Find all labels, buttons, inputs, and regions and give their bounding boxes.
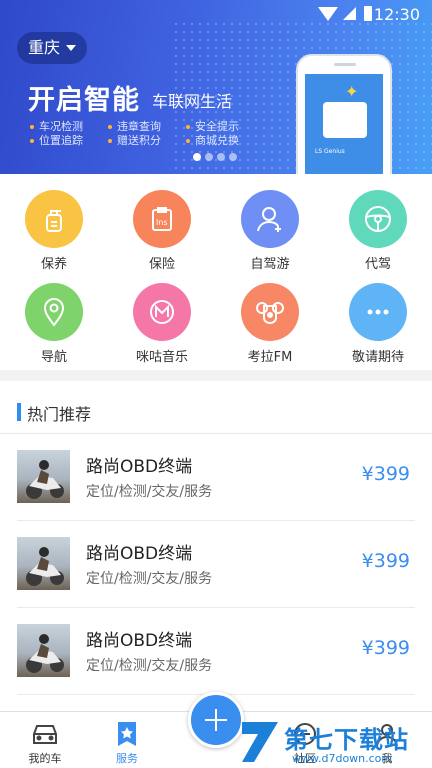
- tab-my-car[interactable]: 我的车: [0, 712, 90, 768]
- location-pin-icon: [43, 298, 65, 327]
- service-circle: [241, 190, 299, 248]
- watermark: 第七下载站 www.d7down.com: [240, 718, 430, 768]
- car-icon: [33, 725, 57, 744]
- banner-headline: 开启智能: [28, 85, 140, 116]
- promo-banner[interactable]: 12:30 重庆 开启智能 车联网生活 车况检测 违章查询 安全提示 位置追踪 …: [0, 0, 432, 174]
- tab-service[interactable]: 服务: [82, 712, 172, 768]
- tab-label: 我的车: [28, 752, 62, 765]
- product-desc: 定位/检测/交友/服务: [86, 484, 213, 500]
- service-circle: [349, 283, 407, 341]
- service-circle: Ins: [133, 190, 191, 248]
- service-item-maintenance[interactable]: 保养: [0, 176, 108, 272]
- motorcycle-rider-icon: [26, 634, 64, 673]
- product-item[interactable]: 路尚OBD终端 定位/检测/交友/服务 ¥399: [0, 608, 432, 695]
- product-name: 路尚OBD终端: [86, 457, 193, 477]
- pager-dot[interactable]: [229, 153, 237, 161]
- status-time: 12:30: [373, 5, 420, 24]
- product-image: [17, 450, 70, 503]
- status-bar: 12:30: [0, 0, 432, 28]
- banner-feature: 商城兑换: [186, 132, 239, 148]
- insurance-clipboard-icon: Ins: [152, 207, 172, 231]
- music-icon: [150, 300, 174, 324]
- product-desc: 定位/检测/交友/服务: [86, 571, 213, 587]
- pager-dot[interactable]: [217, 153, 225, 161]
- product-price: ¥399: [361, 637, 410, 659]
- device-label: LS Genius: [315, 148, 345, 155]
- phone-screen: LS Genius: [305, 74, 383, 174]
- sparkle-icon: ✦: [345, 82, 359, 101]
- svg-text:Ins: Ins: [156, 218, 168, 227]
- phone-speaker: [334, 63, 356, 66]
- watermark-title: 第七下载站: [284, 726, 409, 754]
- product-item[interactable]: 路尚OBD终端 定位/检测/交友/服务 ¥399: [0, 434, 432, 521]
- battery-icon: [364, 6, 372, 21]
- banner-feature: 位置追踪: [30, 132, 83, 148]
- pager-dot[interactable]: [193, 153, 201, 161]
- section-title: 热门推荐: [27, 405, 92, 424]
- section-accent-bar: [17, 403, 21, 421]
- service-circle: [25, 190, 83, 248]
- product-price: ¥399: [361, 463, 410, 485]
- motorcycle-rider-icon: [26, 547, 64, 586]
- city-selector[interactable]: 重庆: [17, 32, 87, 64]
- service-label: 咪咕音乐: [135, 350, 188, 365]
- hot-section: 热门推荐 路尚OBD终端 定位/检测/交友/服务 ¥399 路尚OBD终端 定位…: [0, 381, 432, 711]
- watermark-logo-icon: [242, 722, 278, 762]
- watermark-url: www.d7down.com: [292, 752, 393, 765]
- product-image: [17, 624, 70, 677]
- tab-label: 服务: [116, 752, 138, 765]
- caret-down-icon: [66, 45, 76, 51]
- service-bookmark-icon: [118, 722, 136, 746]
- oil-bottle-icon: [46, 210, 62, 232]
- service-circle: [133, 283, 191, 341]
- service-item-coming-soon[interactable]: 敬请期待: [324, 269, 432, 365]
- product-desc: 定位/检测/交友/服务: [86, 658, 213, 674]
- product-name: 路尚OBD终端: [86, 631, 193, 651]
- product-price: ¥399: [361, 550, 410, 572]
- service-item-roadtrip[interactable]: 自驾游: [216, 176, 324, 272]
- add-button[interactable]: [188, 692, 244, 748]
- service-label: 考拉FM: [247, 350, 293, 365]
- motorcycle-rider-icon: [26, 460, 64, 499]
- pager-dot[interactable]: [205, 153, 213, 161]
- phone-illustration: LS Genius: [296, 54, 392, 174]
- obd-device-icon: [323, 102, 367, 138]
- service-circle: [241, 283, 299, 341]
- banner-subline: 车联网生活: [152, 92, 233, 111]
- banner-feature: 赠送积分: [108, 132, 161, 148]
- service-label: 导航: [40, 350, 67, 365]
- service-item-migu-music[interactable]: 咪咕音乐: [108, 269, 216, 365]
- service-item-designated-driver[interactable]: 代驾: [324, 176, 432, 272]
- service-grid: 保养 Ins 保险 自驾游 代驾 导航 咪咕音乐 考拉FM 敬请期待: [0, 174, 432, 370]
- user-add-icon: [257, 207, 281, 232]
- steering-wheel-icon: [365, 206, 391, 232]
- service-label: 敬请期待: [351, 350, 404, 365]
- banner-pager: [193, 153, 237, 161]
- service-item-insurance[interactable]: Ins 保险: [108, 176, 216, 272]
- city-label: 重庆: [28, 38, 61, 57]
- product-item[interactable]: 路尚OBD终端 定位/检测/交友/服务 ¥399: [0, 521, 432, 608]
- product-name: 路尚OBD终端: [86, 544, 193, 564]
- wifi-icon: [318, 7, 338, 21]
- service-item-koala-fm[interactable]: 考拉FM: [216, 269, 324, 365]
- service-circle: [349, 190, 407, 248]
- service-circle: [25, 283, 83, 341]
- koala-icon: [256, 302, 284, 325]
- service-item-navigation[interactable]: 导航: [0, 269, 108, 365]
- more-icon: [367, 309, 389, 315]
- product-image: [17, 537, 70, 590]
- signal-icon: [343, 7, 356, 20]
